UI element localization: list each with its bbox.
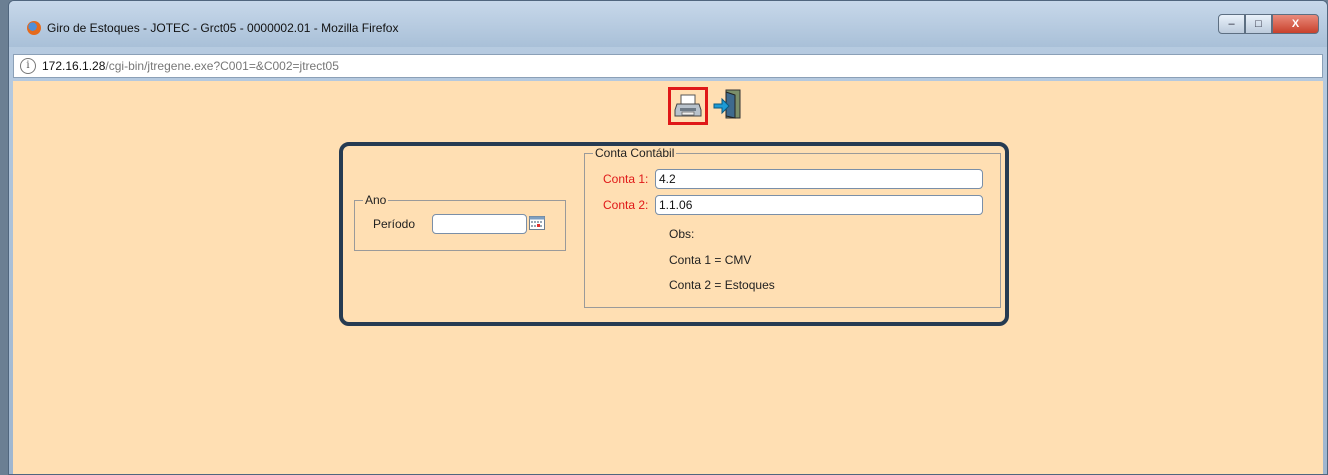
conta2-input[interactable]: 1.1.06 <box>655 195 983 215</box>
window-controls: – □ X <box>1218 14 1319 34</box>
conta-contabil-legend: Conta Contábil <box>595 146 675 160</box>
page-content: Ano Período Conta Contábil Conta 1: 4.2 <box>13 81 1323 474</box>
address-bar[interactable]: i 172.16.1.28/cgi-bin/jtregene.exe?C001=… <box>13 54 1323 78</box>
ano-legend: Ano <box>365 193 387 207</box>
periodo-input[interactable] <box>432 214 527 234</box>
minimize-button[interactable]: – <box>1218 14 1245 34</box>
url-path: /cgi-bin/jtregene.exe?C001=&C002=jtrect0… <box>105 59 339 73</box>
printer-icon <box>674 94 702 117</box>
obs-line-1: Conta 1 = CMV <box>669 253 752 267</box>
browser-window: Giro de Estoques - JOTEC - Grct05 - 0000… <box>8 0 1328 475</box>
obs-label: Obs: <box>669 227 695 241</box>
title-bar[interactable]: Giro de Estoques - JOTEC - Grct05 - 0000… <box>9 1 1327 47</box>
url-text[interactable]: 172.16.1.28/cgi-bin/jtregene.exe?C001=&C… <box>42 59 339 73</box>
site-info-icon[interactable]: i <box>20 58 36 74</box>
maximize-button[interactable]: □ <box>1245 14 1272 34</box>
filter-panel: Ano Período Conta Contábil Conta 1: 4.2 <box>339 142 1009 326</box>
calendar-icon[interactable] <box>529 216 545 230</box>
url-host: 172.16.1.28 <box>42 59 106 73</box>
firefox-logo-icon <box>27 21 41 35</box>
toolbar <box>658 84 748 125</box>
close-button[interactable]: X <box>1272 14 1319 34</box>
ano-group: Ano Período <box>354 193 566 251</box>
print-button[interactable] <box>668 87 708 125</box>
conta1-input[interactable]: 4.2 <box>655 169 983 189</box>
exit-button[interactable] <box>713 87 743 121</box>
exit-door-icon <box>713 89 741 119</box>
periodo-label: Período <box>373 217 416 231</box>
conta-contabil-group: Conta Contábil Conta 1: 4.2 Conta 2: 1.1… <box>584 146 1001 308</box>
obs-line-2: Conta 2 = Estoques <box>669 278 775 292</box>
conta2-label: Conta 2: <box>603 198 649 212</box>
window-title: Giro de Estoques - JOTEC - Grct05 - 0000… <box>47 21 399 35</box>
conta1-label: Conta 1: <box>603 172 649 186</box>
